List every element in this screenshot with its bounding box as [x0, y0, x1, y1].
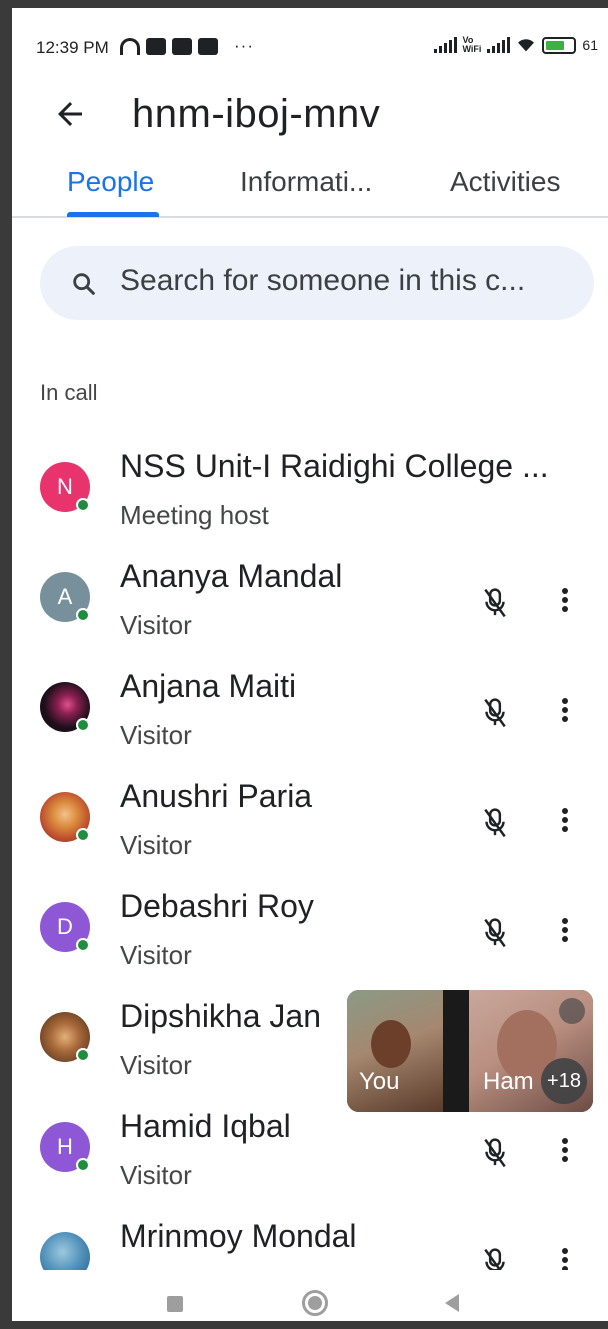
- status-bar: 12:39 PM ··· Vo WiFi 61: [12, 8, 608, 74]
- online-status-dot: [76, 718, 90, 732]
- participant-name: Anjana Maiti: [120, 668, 297, 704]
- search-placeholder: Search for someone in this c...: [120, 264, 526, 297]
- participant-name: Mrinmoy Mondal: [120, 1218, 357, 1254]
- participant-role: Visitor: [120, 940, 192, 970]
- participant-label: Ham: [483, 1068, 534, 1095]
- section-label-in-call: In call: [40, 380, 98, 405]
- system-nav-bar: [12, 1270, 608, 1321]
- participant-row[interactable]: Anjana Maiti Visitor: [12, 660, 608, 770]
- mic-off-icon: [484, 698, 506, 728]
- participant-name: Anushri Paria: [120, 778, 313, 814]
- mic-off-icon: [484, 808, 506, 838]
- more-options-icon[interactable]: [558, 696, 572, 726]
- home-button[interactable]: [302, 1290, 328, 1316]
- avatar: [40, 1232, 90, 1270]
- headset-icon: [120, 37, 140, 55]
- back-arrow-icon[interactable]: [52, 96, 88, 132]
- online-status-dot: [76, 498, 90, 512]
- participant-name: Ananya Mandal: [120, 558, 343, 594]
- signal-icon: [433, 37, 457, 53]
- online-status-dot: [76, 1158, 90, 1172]
- online-status-dot: [76, 1048, 90, 1062]
- participant-row[interactable]: A Ananya Mandal Visitor: [12, 550, 608, 660]
- search-icon: [73, 273, 95, 295]
- search-input[interactable]: Search for someone in this c...: [40, 246, 594, 320]
- notification-icons: ···: [120, 36, 254, 56]
- participant-row[interactable]: H Hamid Iqbal Visitor: [12, 1100, 608, 1210]
- tab-activities[interactable]: Activities: [450, 166, 560, 198]
- participant-role: Visitor: [120, 610, 192, 640]
- participant-role: Meeting host: [120, 500, 269, 530]
- notification-app-icon: [198, 37, 218, 55]
- volte-wifi-icon: Vo WiFi: [462, 35, 482, 54]
- mic-off-icon: [484, 1138, 506, 1168]
- participant-name: Hamid Iqbal: [120, 1108, 291, 1144]
- recents-button[interactable]: [167, 1296, 183, 1312]
- participant-role: Visitor: [120, 1050, 192, 1080]
- meeting-title: hnm-iboj-mnv: [132, 92, 381, 136]
- mic-off-icon: [484, 588, 506, 618]
- self-view-pip[interactable]: You Ham +18: [347, 990, 593, 1112]
- mic-off-icon: [484, 918, 506, 948]
- device-frame-left: [0, 0, 12, 1329]
- participant-row[interactable]: Mrinmoy Mondal: [12, 1210, 608, 1270]
- more-participants-badge: +18: [541, 1058, 587, 1104]
- active-tab-indicator: [67, 212, 159, 217]
- participant-role: Visitor: [120, 1160, 192, 1190]
- tab-bar: People Informati... Activities: [12, 156, 608, 218]
- video-face: [371, 1020, 411, 1068]
- more-options-icon[interactable]: [558, 1246, 572, 1270]
- screen: 12:39 PM ··· Vo WiFi 61 hnm-iboj-mnv Peo…: [12, 8, 608, 1321]
- mic-off-icon: [559, 998, 585, 1024]
- online-status-dot: [76, 828, 90, 842]
- status-time: 12:39 PM: [36, 38, 109, 57]
- system-icons: Vo WiFi 61: [433, 35, 598, 54]
- participant-row[interactable]: Anushri Paria Visitor: [12, 770, 608, 880]
- participant-name: NSS Unit-I Raidighi College ...: [120, 448, 549, 484]
- signal-icon: [487, 37, 511, 53]
- participant-name: Dipshikha Jan: [120, 998, 321, 1034]
- tab-information[interactable]: Informati...: [240, 166, 372, 198]
- more-options-icon[interactable]: [558, 806, 572, 836]
- more-options-icon[interactable]: [558, 1136, 572, 1166]
- participant-row[interactable]: N NSS Unit-I Raidighi College ... Meetin…: [12, 440, 608, 550]
- participant-row[interactable]: D Debashri Roy Visitor: [12, 880, 608, 990]
- participant-role: Visitor: [120, 830, 192, 860]
- participant-name: Debashri Roy: [120, 888, 314, 924]
- online-status-dot: [76, 938, 90, 952]
- online-status-dot: [76, 608, 90, 622]
- tab-people[interactable]: People: [67, 166, 154, 198]
- device-frame-bottom: [0, 1321, 608, 1329]
- wifi-icon: [518, 39, 535, 52]
- battery-icon: [542, 36, 577, 54]
- battery-level: 61: [582, 37, 598, 53]
- notification-app-icon: [172, 37, 192, 55]
- more-options-icon[interactable]: [558, 916, 572, 946]
- more-notifications-icon: ···: [234, 36, 254, 55]
- device-frame-top: [0, 0, 608, 8]
- self-label: You: [359, 1068, 400, 1095]
- participant-role: Visitor: [120, 720, 192, 750]
- notification-app-icon: [146, 37, 166, 55]
- more-options-icon[interactable]: [558, 586, 572, 616]
- mic-off-icon: [484, 1248, 505, 1270]
- system-back-button[interactable]: [445, 1294, 459, 1312]
- self-video-tile: You: [347, 990, 443, 1112]
